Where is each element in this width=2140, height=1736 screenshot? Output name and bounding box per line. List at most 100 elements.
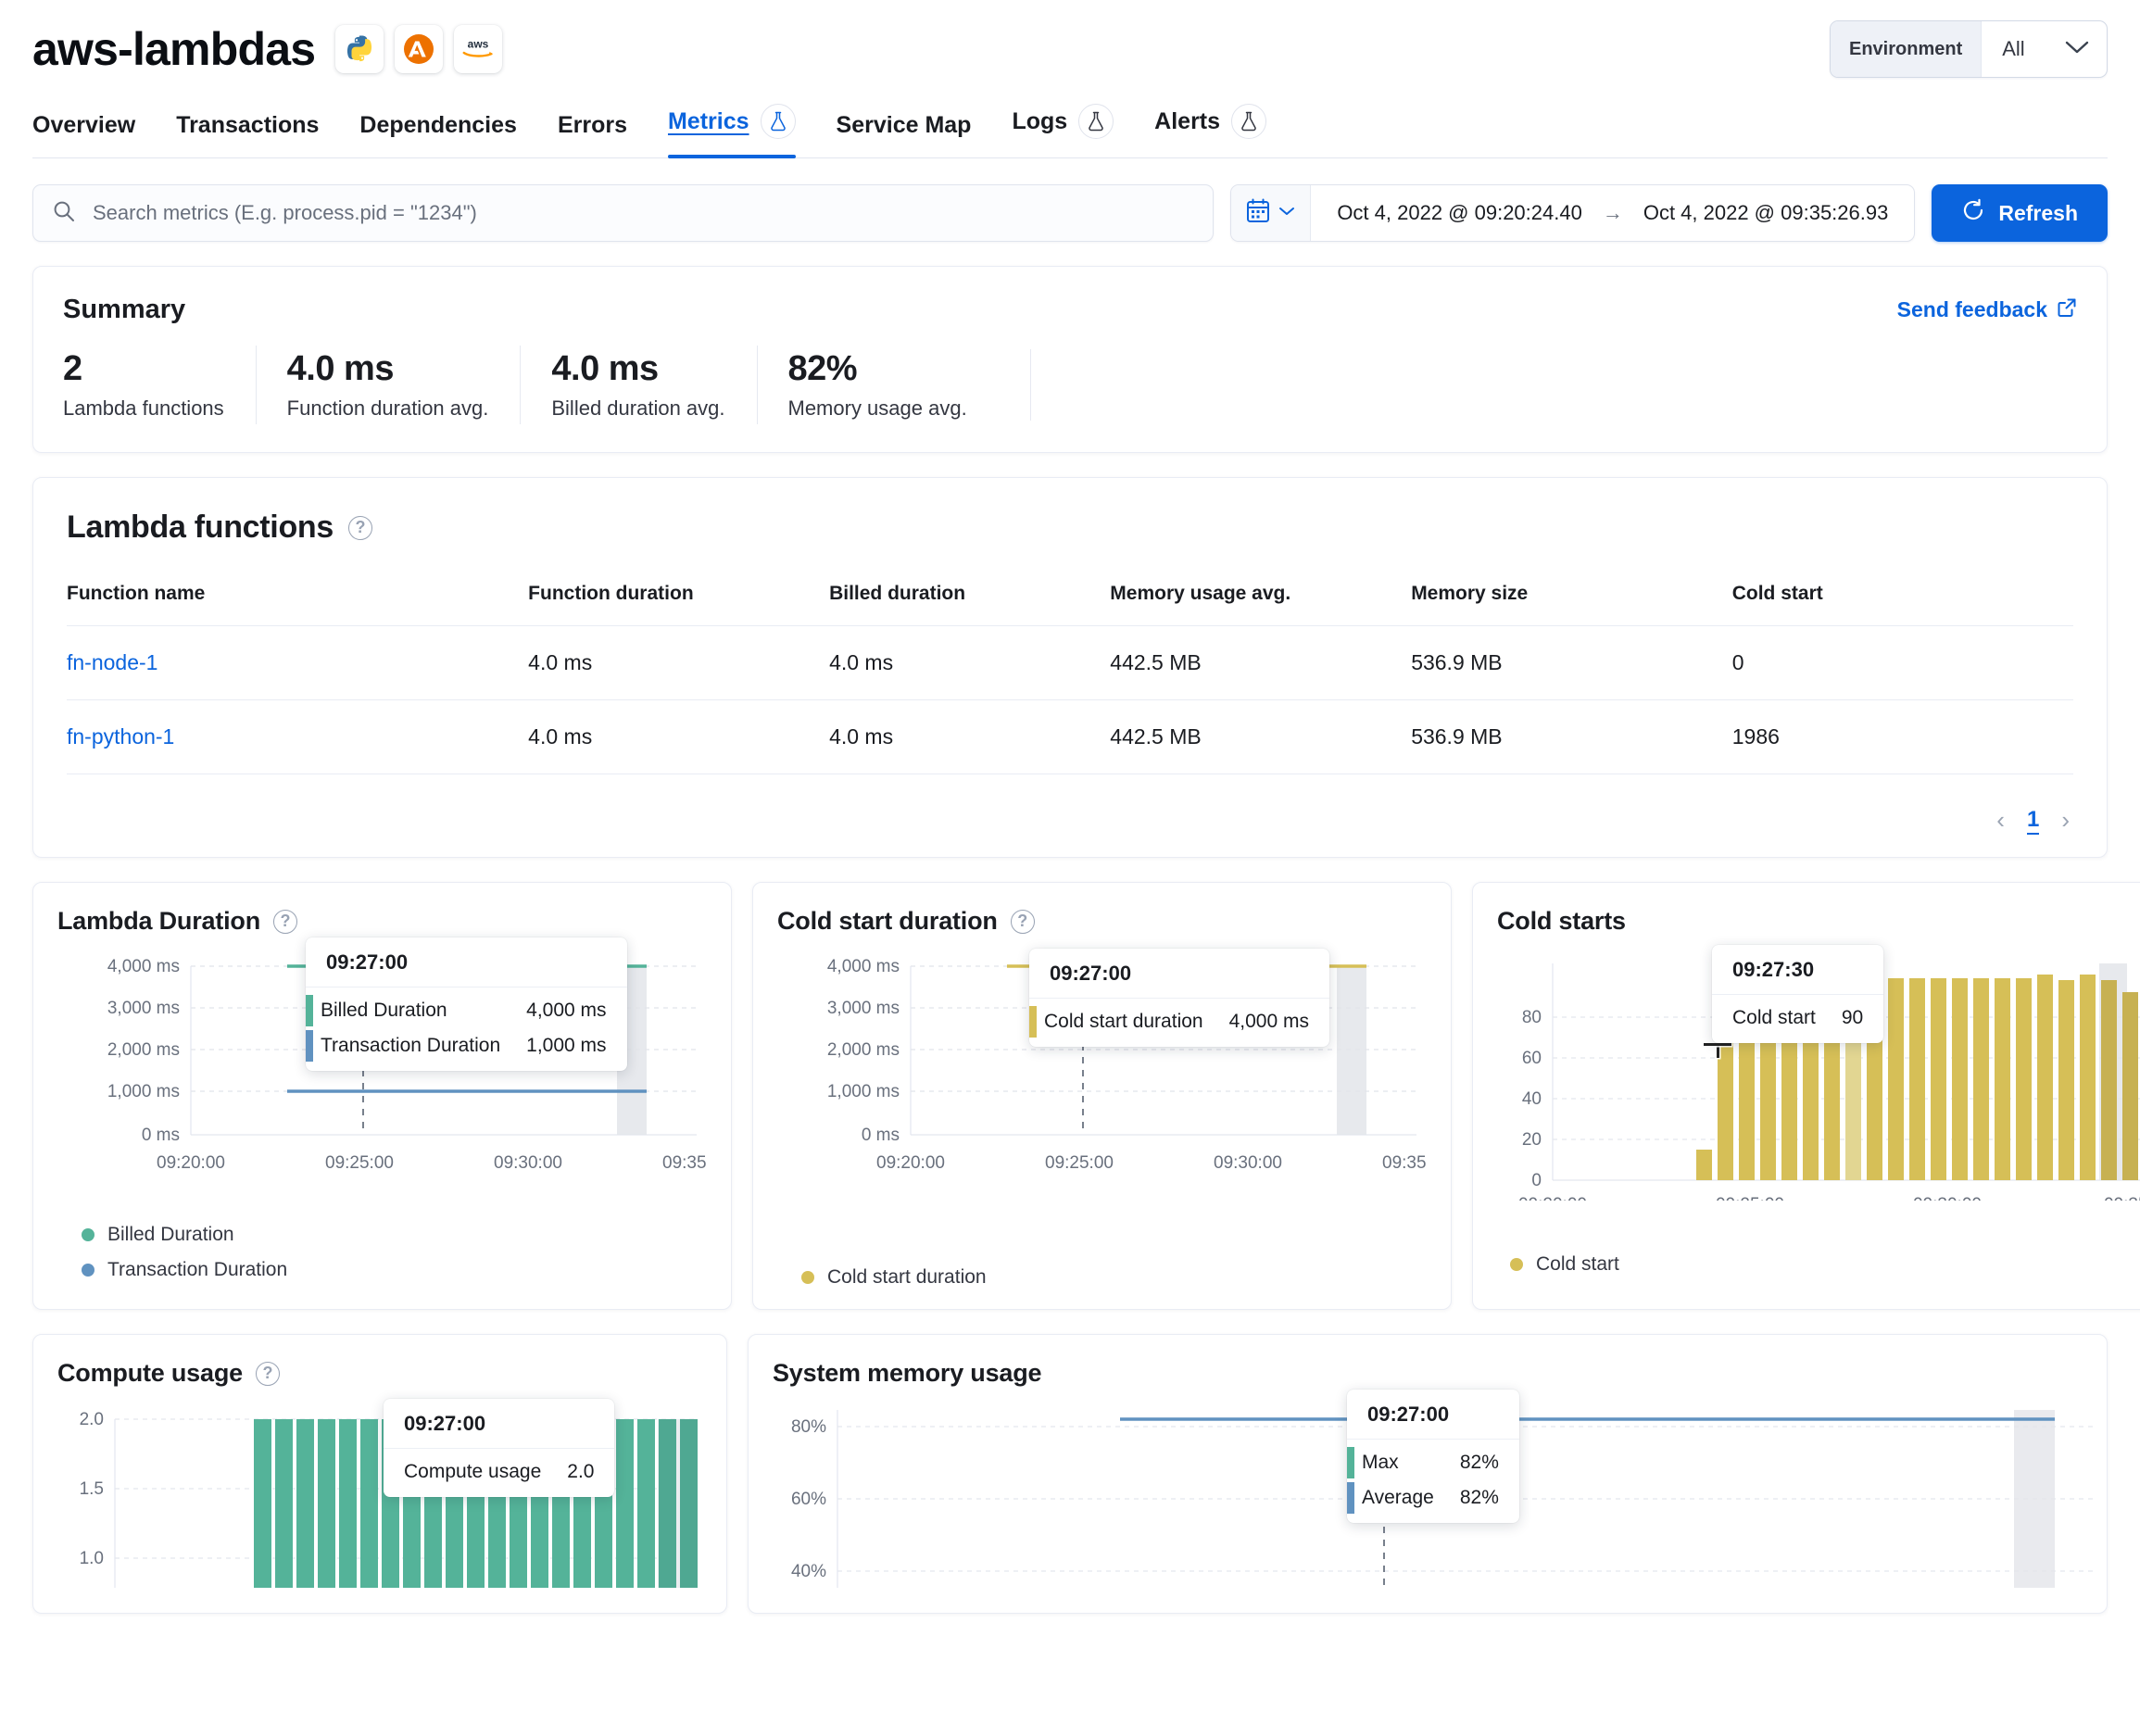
- lambda-functions-panel: Lambda functions ? Function name Functio…: [32, 477, 2108, 858]
- aws-icon: aws: [454, 25, 502, 73]
- help-icon[interactable]: ?: [348, 516, 372, 540]
- help-icon[interactable]: ?: [256, 1362, 280, 1386]
- legend-color-dot: [82, 1228, 94, 1241]
- svg-text:0: 0: [1531, 1171, 1542, 1190]
- pagination-page-1[interactable]: 1: [2027, 807, 2039, 835]
- tooltip-value: 90: [1842, 1007, 1863, 1029]
- svg-text:1,000 ms: 1,000 ms: [107, 1082, 180, 1101]
- svg-text:09:25:00: 09:25:00: [1716, 1195, 1784, 1201]
- legend-color-dot: [801, 1271, 814, 1284]
- help-icon[interactable]: ?: [1011, 910, 1035, 934]
- help-icon[interactable]: ?: [273, 910, 297, 934]
- function-link[interactable]: fn-python-1: [67, 724, 174, 748]
- legend-item-transaction-duration[interactable]: Transaction Duration: [82, 1259, 707, 1281]
- tab-transactions[interactable]: Transactions: [156, 112, 339, 157]
- environment-value-wrap[interactable]: All: [1982, 21, 2107, 77]
- cell-function-name[interactable]: fn-node-1: [67, 626, 528, 700]
- send-feedback-link[interactable]: Send feedback: [1897, 297, 2077, 323]
- summary-header: Summary Send feedback: [63, 295, 2077, 325]
- tab-alerts[interactable]: Alerts: [1134, 104, 1287, 157]
- tooltip-label: Billed Duration: [321, 1000, 447, 1022]
- query-bar: Search metrics (E.g. process.pid = "1234…: [32, 158, 2108, 242]
- svg-text:09:35:00: 09:35:00: [662, 1153, 706, 1173]
- tooltip-value: 82%: [1460, 1452, 1499, 1474]
- search-input[interactable]: Search metrics (E.g. process.pid = "1234…: [93, 201, 477, 225]
- chart-plot-area[interactable]: 2.0 1.5 1.0: [57, 1403, 702, 1592]
- cell-cold-start: 1986: [1732, 700, 2073, 774]
- legend-color-dot: [1510, 1258, 1523, 1271]
- environment-selector[interactable]: Environment All: [1830, 20, 2108, 78]
- legend-label: Cold start: [1536, 1253, 1619, 1276]
- search-icon: [52, 199, 76, 228]
- chart-tooltip: 09:27:00 Max 82% Average 82%: [1347, 1390, 1519, 1523]
- main-nav-tabs: Overview Transactions Dependencies Error…: [32, 89, 2108, 158]
- tooltip-label: Compute usage: [398, 1461, 541, 1483]
- chart-tooltip: 09:27:00 Cold start duration 4,000 ms: [1029, 949, 1329, 1047]
- tab-label: Alerts: [1154, 108, 1220, 135]
- chart-plot-area[interactable]: 4,000 ms 3,000 ms 2,000 ms 1,000 ms 0 ms: [57, 950, 707, 1205]
- python-icon: [335, 25, 384, 73]
- chart-plot-area[interactable]: 80 60 40 20 0: [1497, 950, 2140, 1205]
- chart-plot-area[interactable]: 80% 60% 40% 09:27:00 M: [773, 1403, 2083, 1592]
- legend-item-cold-start[interactable]: Cold start: [1510, 1253, 2140, 1276]
- col-function-name: Function name: [67, 583, 528, 626]
- search-input-wrap[interactable]: Search metrics (E.g. process.pid = "1234…: [32, 184, 1214, 242]
- stat-label: Memory usage avg.: [788, 396, 967, 421]
- tab-overview[interactable]: Overview: [32, 112, 156, 157]
- tab-label: Errors: [558, 112, 627, 139]
- tooltip-value: 4,000 ms: [526, 1000, 606, 1022]
- cell-function-duration: 4.0 ms: [528, 626, 829, 700]
- lambda-functions-table: Function name Function duration Billed d…: [67, 583, 2073, 774]
- cell-function-name[interactable]: fn-python-1: [67, 700, 528, 774]
- date-start[interactable]: Oct 4, 2022 @ 09:20:24.40: [1337, 201, 1582, 225]
- tab-service-map[interactable]: Service Map: [816, 112, 992, 157]
- tab-metrics[interactable]: Metrics: [648, 104, 816, 157]
- tooltip-label: Average: [1362, 1487, 1434, 1509]
- svg-text:3,000 ms: 3,000 ms: [107, 999, 180, 1018]
- pagination-next[interactable]: ›: [2061, 806, 2070, 835]
- tab-logs[interactable]: Logs: [991, 104, 1134, 157]
- tooltip-color-swatch: [1347, 1482, 1354, 1514]
- tooltip-time: 09:27:30: [1712, 945, 1883, 995]
- tooltip-row: Average 82%: [1347, 1480, 1519, 1516]
- svg-text:40%: 40%: [791, 1562, 826, 1581]
- beaker-icon: [1231, 104, 1266, 139]
- date-range-value[interactable]: Oct 4, 2022 @ 09:20:24.40 → Oct 4, 2022 …: [1311, 185, 1914, 241]
- svg-text:80: 80: [1522, 1008, 1542, 1027]
- svg-text:20: 20: [1522, 1130, 1542, 1150]
- tooltip-row: Max 82%: [1347, 1445, 1519, 1480]
- tooltip-value: 2.0: [567, 1461, 594, 1483]
- cell-function-duration: 4.0 ms: [528, 700, 829, 774]
- tab-dependencies[interactable]: Dependencies: [339, 112, 537, 157]
- tab-label: Overview: [32, 112, 135, 139]
- refresh-button[interactable]: Refresh: [1932, 184, 2108, 242]
- service-icon-group: aws: [335, 25, 502, 73]
- chart-title: Compute usage: [57, 1359, 243, 1388]
- page-header: aws-lambdas: [32, 0, 2108, 89]
- cell-memory-size: 536.9 MB: [1411, 626, 1732, 700]
- legend-item-cold-start-duration[interactable]: Cold start duration: [801, 1266, 1427, 1289]
- cell-cold-start: 0: [1732, 626, 2073, 700]
- chart-card-lambda-duration: Lambda Duration ? 4,000 ms 3,000 ms 2,00…: [32, 882, 732, 1310]
- date-end[interactable]: Oct 4, 2022 @ 09:35:26.93: [1643, 201, 1889, 225]
- calendar-button[interactable]: [1231, 185, 1311, 241]
- pagination-prev[interactable]: ‹: [1996, 806, 2005, 835]
- chart-row-top: Lambda Duration ? 4,000 ms 3,000 ms 2,00…: [32, 882, 2108, 1310]
- legend-item-billed-duration[interactable]: Billed Duration: [82, 1224, 707, 1246]
- tab-label: Logs: [1012, 108, 1067, 135]
- chart-plot-area[interactable]: 4,000 ms 3,000 ms 2,000 ms 1,000 ms 0 ms…: [777, 950, 1427, 1205]
- chart-tooltip: 09:27:00 Billed Duration 4,000 ms Transa…: [306, 937, 627, 1071]
- function-link[interactable]: fn-node-1: [67, 650, 157, 674]
- date-range-picker[interactable]: Oct 4, 2022 @ 09:20:24.40 → Oct 4, 2022 …: [1230, 184, 1915, 242]
- chart-card-cold-start-duration: Cold start duration ? 4,000 ms 3,000 ms …: [752, 882, 1452, 1310]
- stat-value: 82%: [788, 349, 967, 389]
- col-cold-start: Cold start: [1732, 583, 2073, 626]
- tooltip-value: 82%: [1460, 1487, 1499, 1509]
- chevron-down-icon: [1278, 205, 1295, 221]
- lambda-icon: [395, 25, 443, 73]
- calendar-icon: [1246, 198, 1270, 228]
- tab-errors[interactable]: Errors: [537, 112, 648, 157]
- stat-value: 4.0 ms: [287, 349, 489, 389]
- cell-billed-duration: 4.0 ms: [829, 626, 1110, 700]
- chart-card-system-memory-usage: System memory usage 80% 60% 40% 09:27:00: [748, 1334, 2108, 1614]
